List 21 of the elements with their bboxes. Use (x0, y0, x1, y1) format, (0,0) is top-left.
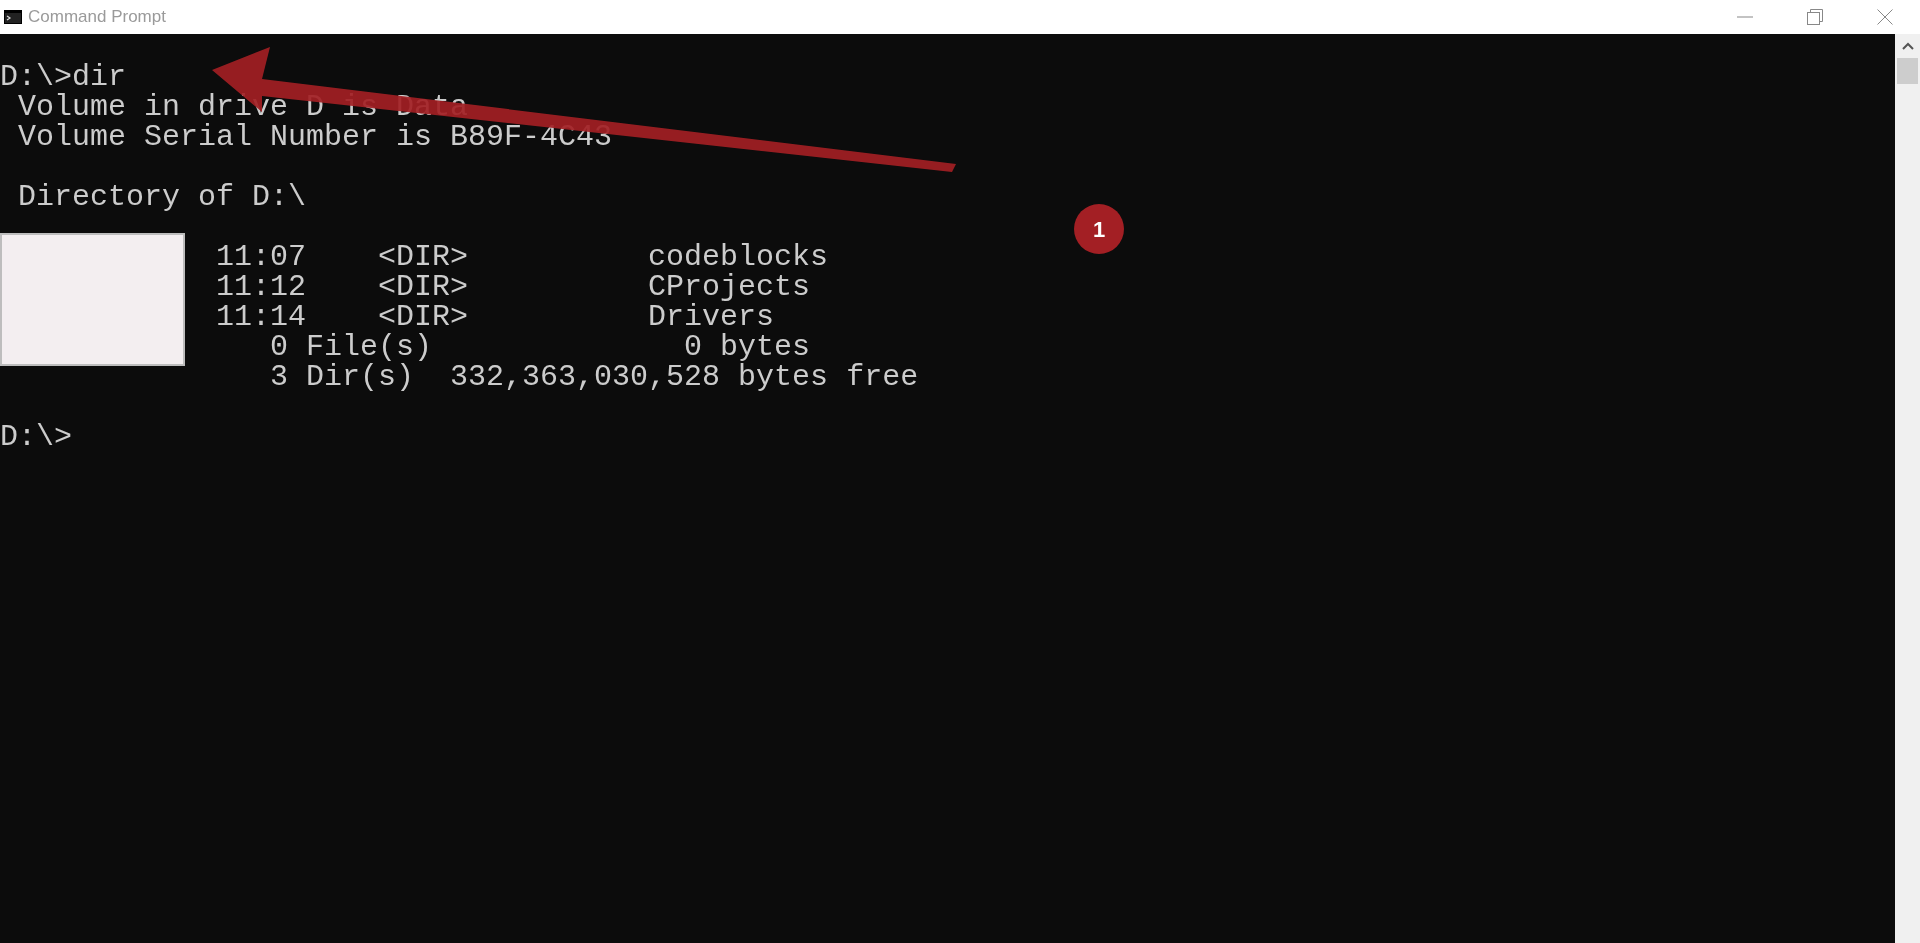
restore-icon (1807, 9, 1823, 25)
type-text: <DIR> (378, 302, 470, 332)
window-title: Command Prompt (28, 6, 166, 29)
time-text: 11:14 (216, 302, 308, 332)
scrollbar-thumb[interactable] (1897, 58, 1918, 84)
prompt-line: D:\> (0, 420, 72, 454)
output-line: Volume Serial Number is B89F-4C43 (18, 120, 613, 154)
minimize-icon (1737, 16, 1753, 18)
step-badge: 1 (1074, 204, 1124, 254)
prompt-line: D:\>dir (0, 60, 127, 94)
scroll-up-icon[interactable] (1901, 42, 1914, 50)
name-text: codeblocks (648, 242, 829, 272)
output-line: Directory of D:\ (18, 180, 307, 214)
time-text: 11:07 (216, 242, 308, 272)
terminal-icon (4, 10, 22, 24)
name-text: Drivers (648, 302, 775, 332)
time-text: 11:12 (216, 272, 308, 302)
type-text: <DIR> (378, 272, 470, 302)
close-icon (1877, 9, 1893, 25)
name-text: CProjects (648, 272, 811, 302)
type-text: <DIR> (378, 242, 470, 272)
